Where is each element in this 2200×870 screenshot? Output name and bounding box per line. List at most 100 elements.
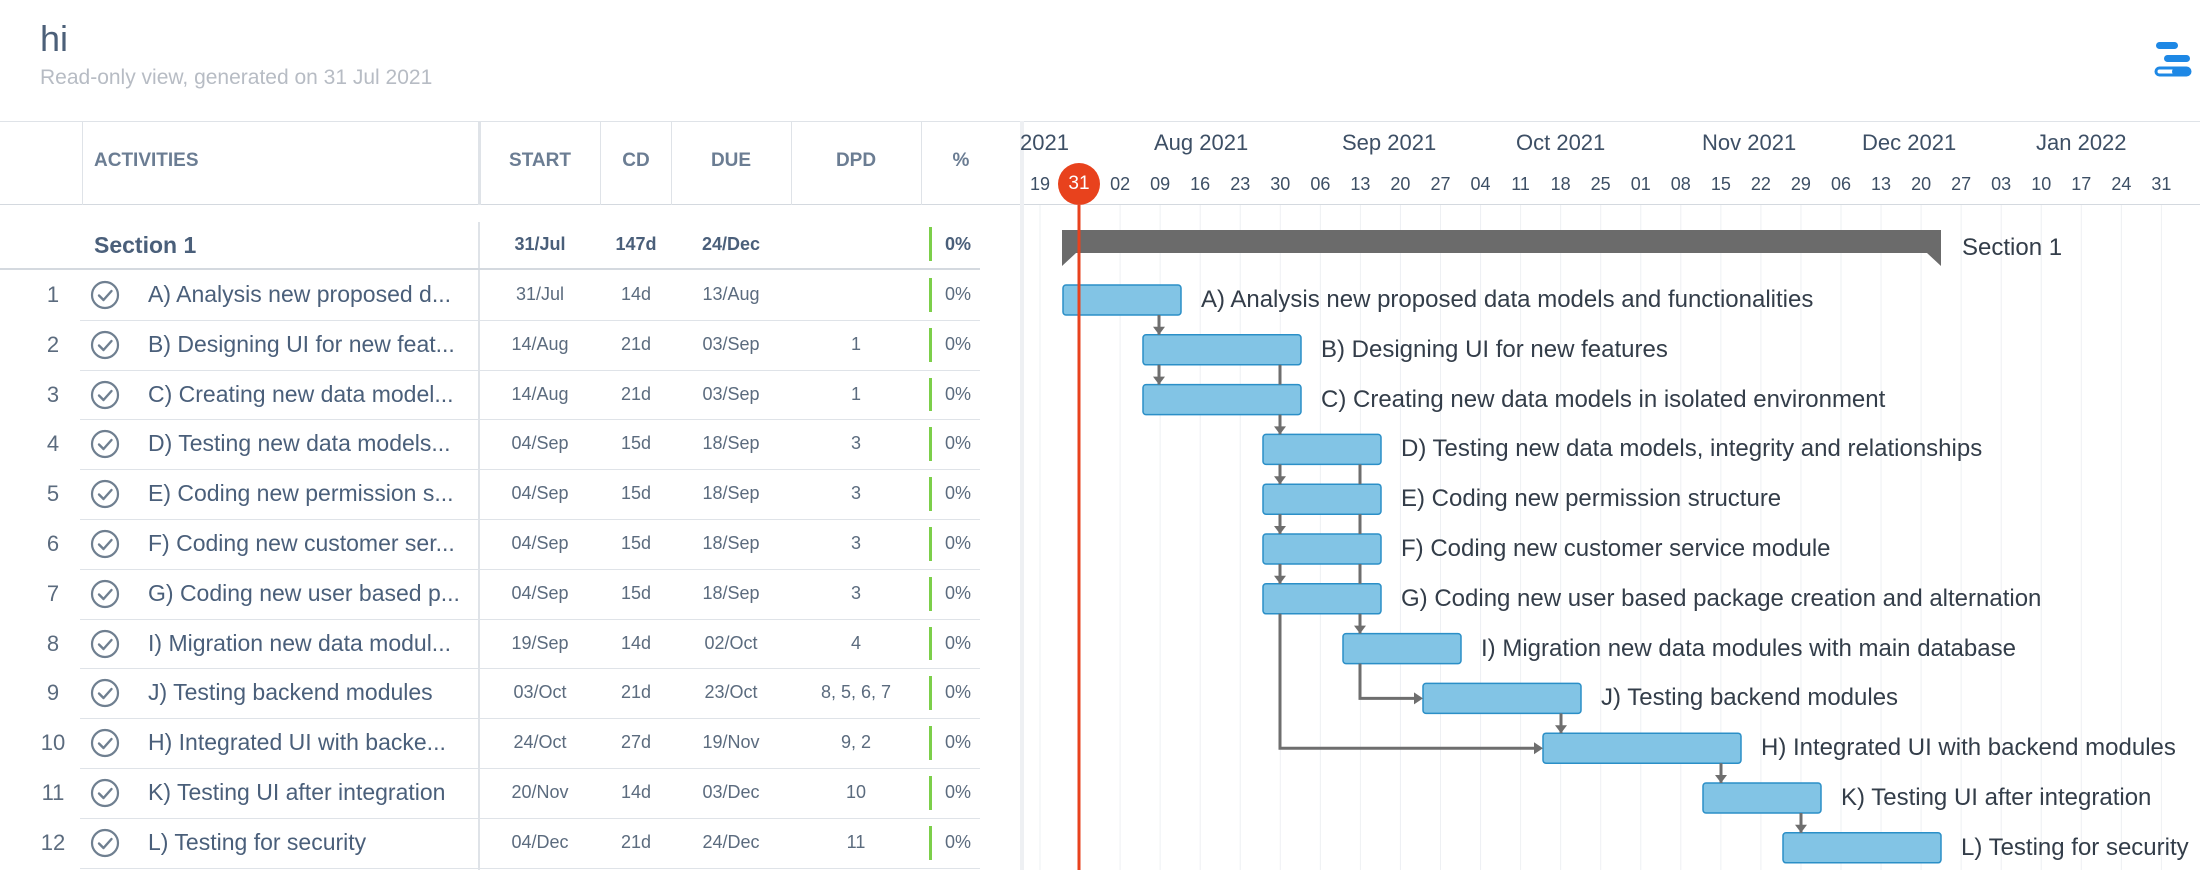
- activity-progress-bar: [929, 776, 932, 810]
- dependency-arrowhead: [1274, 476, 1286, 485]
- activity-cd: 21d: [620, 682, 652, 703]
- task-bar[interactable]: [1262, 583, 1382, 615]
- complete-check-icon[interactable]: [90, 529, 120, 559]
- col-header-start[interactable]: START: [490, 150, 590, 172]
- timeline-month: Sep 2021: [1342, 130, 1437, 155]
- timeline-day: 06: [1830, 174, 1852, 194]
- complete-check-icon[interactable]: [90, 280, 120, 310]
- activity-name[interactable]: B) Designing UI for new feat...: [148, 331, 476, 358]
- activity-start: 03/Oct: [513, 682, 567, 703]
- col-header-dpd[interactable]: DPD: [792, 150, 920, 172]
- task-bar[interactable]: [1062, 284, 1182, 316]
- task-bar[interactable]: [1782, 832, 1942, 864]
- complete-check-icon[interactable]: [90, 629, 120, 659]
- page-subtitle: Read-only view, generated on 31 Jul 2021: [40, 66, 433, 89]
- activity-dpd: 3: [850, 532, 861, 553]
- timeline-day: 09: [1150, 174, 1171, 194]
- activity-name[interactable]: L) Testing for security: [148, 829, 476, 856]
- activity-cd: 21d: [620, 383, 652, 404]
- activity-due: 18/Sep: [702, 483, 760, 504]
- gantt-task-label: E) Coding new permission structure: [1401, 485, 1782, 513]
- section-bar[interactable]: [1062, 230, 1941, 266]
- activity-progress-bar: [929, 278, 932, 312]
- complete-check-icon[interactable]: [90, 380, 120, 410]
- activity-cd: 14d: [620, 781, 652, 802]
- complete-check-icon[interactable]: [90, 778, 120, 808]
- task-bar[interactable]: [1262, 433, 1382, 466]
- activity-start: 04/Sep: [511, 483, 569, 504]
- activity-progress-bar: [929, 527, 932, 561]
- task-bar[interactable]: [1542, 732, 1742, 764]
- activity-due: 18/Sep: [702, 532, 760, 553]
- complete-check-icon[interactable]: [90, 579, 120, 609]
- timeline-day: 29: [1790, 174, 1811, 194]
- col-header-pct[interactable]: %: [922, 150, 1000, 172]
- task-bar[interactable]: [1262, 483, 1382, 515]
- activity-name[interactable]: A) Analysis new proposed d...: [148, 281, 476, 308]
- col-header-due[interactable]: DUE: [672, 150, 790, 172]
- activity-start: 04/Sep: [511, 582, 569, 603]
- activity-name[interactable]: K) Testing UI after integration: [148, 779, 476, 806]
- row-border: [80, 768, 980, 769]
- activity-dpd: 3: [850, 582, 861, 603]
- activity-progress-bar: [929, 377, 932, 412]
- gantt-task-label: L) Testing for security: [1961, 833, 2189, 861]
- task-bar[interactable]: [1142, 334, 1302, 366]
- activity-name[interactable]: C) Creating new data model...: [148, 381, 476, 408]
- complete-check-icon[interactable]: [90, 330, 120, 360]
- timeline-day: 13: [1350, 174, 1371, 194]
- app-logo-icon[interactable]: [2154, 40, 2194, 80]
- activity-name[interactable]: I) Migration new data modul...: [148, 630, 476, 657]
- activity-progress-bar: [929, 477, 932, 511]
- row-border: [80, 618, 980, 620]
- timeline-month: Oct 2021: [1516, 130, 1606, 155]
- col-header-activities[interactable]: ACTIVITIES: [94, 150, 199, 172]
- gantt-section-label: Section 1: [1962, 234, 2063, 261]
- complete-check-icon[interactable]: [90, 479, 120, 509]
- task-bar[interactable]: [1422, 682, 1582, 715]
- activity-name[interactable]: J) Testing backend modules: [148, 679, 476, 706]
- activity-name[interactable]: G) Coding new user based p...: [148, 580, 476, 607]
- dependency-arrowhead: [1795, 824, 1807, 833]
- task-bar[interactable]: [1342, 632, 1462, 665]
- timeline-day: 11: [1511, 174, 1530, 194]
- activity-pct: 0%: [944, 532, 971, 553]
- row-border: [80, 718, 980, 720]
- complete-check-icon[interactable]: [90, 828, 120, 858]
- col-header-cd[interactable]: CD: [602, 150, 670, 172]
- dependency-arrowhead: [1555, 725, 1567, 734]
- complete-check-icon[interactable]: [90, 678, 120, 708]
- section-cd: 147d: [615, 234, 657, 254]
- activity-pct: 0%: [944, 732, 971, 753]
- task-bar[interactable]: [1702, 782, 1822, 814]
- timeline-day: 06: [1310, 174, 1331, 194]
- activity-due: 03/Sep: [702, 383, 760, 404]
- activity-due: 19/Nov: [702, 732, 760, 753]
- activity-progress-bar: [929, 427, 932, 462]
- complete-check-icon[interactable]: [90, 429, 120, 459]
- activity-name[interactable]: D) Testing new data models...: [148, 430, 476, 457]
- gantt-task-label: K) Testing UI after integration: [1841, 784, 2152, 811]
- activity-name[interactable]: H) Integrated UI with backe...: [148, 729, 476, 756]
- activity-start: 04/Sep: [511, 433, 569, 454]
- timeline-day: 27: [1951, 174, 1972, 194]
- row-number: 3: [46, 381, 60, 407]
- row-number: 9: [46, 680, 60, 706]
- activity-dpd: 1: [850, 383, 861, 404]
- dependency-arrowhead: [1354, 625, 1366, 634]
- row-number: 4: [46, 431, 60, 457]
- activity-name[interactable]: F) Coding new customer ser...: [148, 530, 476, 557]
- complete-check-icon[interactable]: [90, 728, 120, 758]
- task-bar[interactable]: [1262, 533, 1382, 565]
- row-border: [80, 867, 980, 869]
- timeline-month: 2021: [1020, 130, 1069, 155]
- task-bar[interactable]: [1142, 383, 1302, 416]
- gantt-task-label: G) Coding new user based package creatio…: [1401, 584, 2042, 612]
- activity-pct: 0%: [944, 283, 971, 304]
- activity-dpd: 1: [850, 333, 861, 354]
- section-name[interactable]: Section 1: [94, 232, 196, 259]
- dependency-arrowhead: [1274, 526, 1286, 534]
- timeline-month: Jan 2022: [2036, 130, 2127, 155]
- activity-name[interactable]: E) Coding new permission s...: [148, 480, 476, 507]
- activity-pct: 0%: [944, 781, 971, 802]
